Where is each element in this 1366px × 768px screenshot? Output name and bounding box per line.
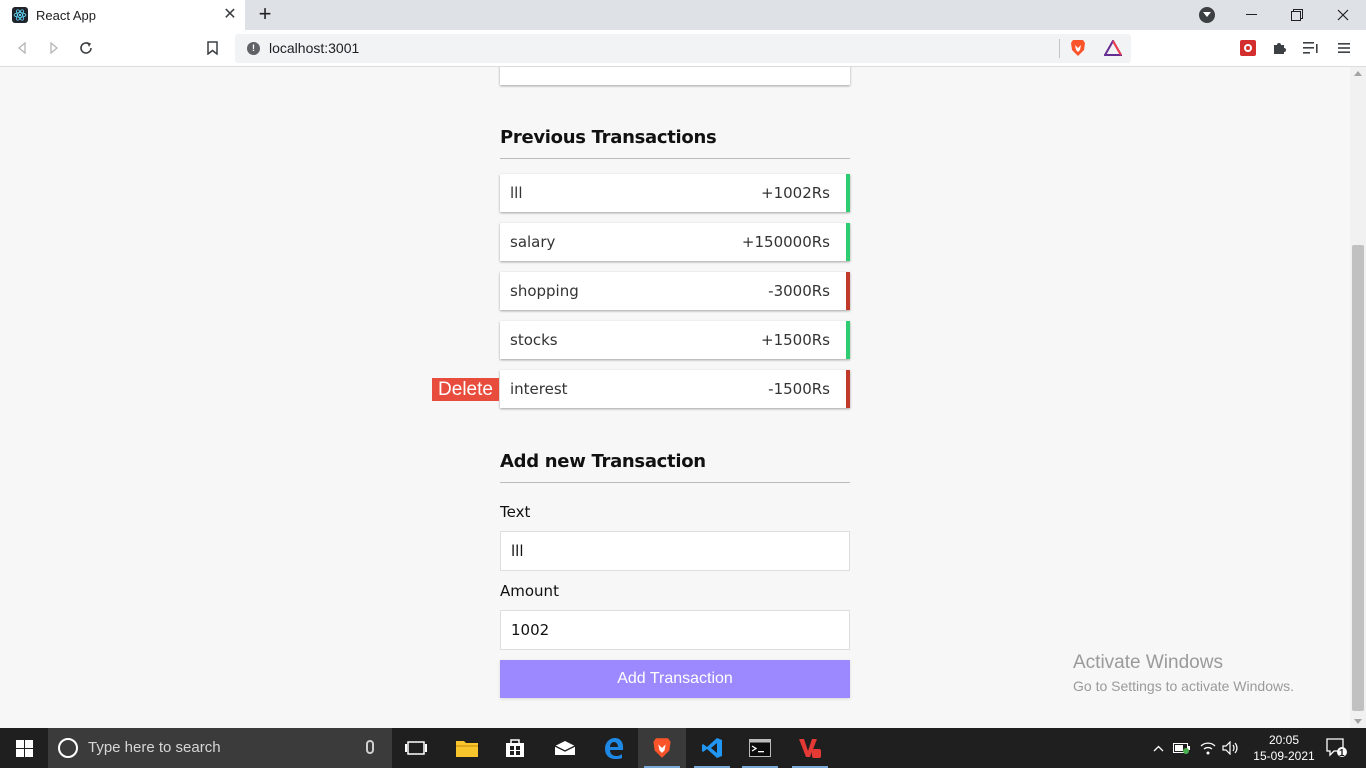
transaction-text: interest xyxy=(510,380,568,398)
page-scrollbar[interactable] xyxy=(1350,67,1366,728)
close-window-button[interactable] xyxy=(1320,0,1366,30)
text-label: Text xyxy=(500,503,531,521)
notification-center-icon[interactable]: 1 xyxy=(1322,728,1352,768)
taskbar: Type here to search 20:05 15-09-2021 1 xyxy=(0,728,1366,768)
battery-icon[interactable] xyxy=(1172,728,1192,768)
clock-date: 15-09-2021 xyxy=(1253,749,1315,763)
watermark-subtitle: Go to Settings to activate Windows. xyxy=(1073,678,1294,694)
microphone-icon[interactable] xyxy=(366,740,374,754)
divider xyxy=(1059,39,1060,58)
text-input[interactable]: lll xyxy=(500,531,850,571)
add-transaction-button[interactable]: Add Transaction xyxy=(500,660,850,698)
tab-title: React App xyxy=(36,7,96,23)
amount-input[interactable]: 1002 xyxy=(500,610,850,650)
store-icon[interactable] xyxy=(491,728,539,768)
browser-tab[interactable]: React App ✕ xyxy=(0,0,245,30)
browser-toolbar: ! localhost:3001 xyxy=(0,30,1366,67)
clock-time: 20:05 xyxy=(1268,733,1300,747)
restore-button[interactable] xyxy=(1274,0,1320,30)
transaction-text: lll xyxy=(510,184,523,202)
url-text[interactable]: localhost:3001 xyxy=(269,40,359,56)
brave-rewards-icon[interactable] xyxy=(1104,39,1122,57)
taskbar-search[interactable]: Type here to search xyxy=(48,728,392,768)
transaction-amount: +1002Rs xyxy=(761,184,830,202)
history-heading: Previous Transactions xyxy=(500,127,850,159)
delete-button[interactable]: Delete xyxy=(432,378,499,401)
transaction-item[interactable]: shopping -3000Rs xyxy=(500,272,850,310)
task-view-icon[interactable] xyxy=(392,728,440,768)
transaction-text: stocks xyxy=(510,331,558,349)
vscode-icon[interactable] xyxy=(688,728,736,768)
new-tab-button[interactable]: + xyxy=(254,3,276,27)
activate-windows-watermark: Activate Windows Go to Settings to activ… xyxy=(1073,652,1294,694)
search-placeholder: Type here to search xyxy=(88,739,221,756)
app-icon[interactable] xyxy=(786,728,834,768)
transaction-item[interactable]: salary +150000Rs xyxy=(500,223,850,261)
tab-bar: React App ✕ + xyxy=(0,0,1366,30)
volume-icon[interactable] xyxy=(1220,728,1242,768)
scroll-down-arrow-icon[interactable] xyxy=(1354,719,1362,724)
site-info-icon[interactable]: ! xyxy=(247,42,260,55)
tab-search-icon[interactable] xyxy=(1199,7,1215,23)
balance-card xyxy=(500,67,850,85)
windows-start-icon[interactable] xyxy=(0,728,48,768)
address-bar[interactable]: ! localhost:3001 xyxy=(235,34,1131,63)
forward-icon[interactable] xyxy=(43,38,65,58)
mail-icon[interactable] xyxy=(541,728,589,768)
wifi-icon[interactable] xyxy=(1198,728,1218,768)
transaction-item[interactable]: lll +1002Rs xyxy=(500,174,850,212)
bookmark-icon[interactable] xyxy=(201,38,223,58)
system-clock[interactable]: 20:05 15-09-2021 xyxy=(1252,732,1316,764)
playlist-icon[interactable] xyxy=(1302,39,1320,57)
notification-count: 1 xyxy=(1339,748,1345,759)
amount-label: Amount xyxy=(500,582,559,600)
add-transaction-heading: Add new Transaction xyxy=(500,451,850,483)
close-tab-icon[interactable]: ✕ xyxy=(221,6,239,24)
transaction-item[interactable]: stocks +1500Rs xyxy=(500,321,850,359)
transaction-text: salary xyxy=(510,233,556,251)
brave-shields-icon[interactable] xyxy=(1069,39,1087,57)
puzzle-icon[interactable] xyxy=(1271,39,1289,57)
transaction-item[interactable]: Delete interest -1500Rs xyxy=(432,370,850,408)
transaction-amount: +150000Rs xyxy=(741,233,830,251)
scroll-up-arrow-icon[interactable] xyxy=(1354,71,1362,76)
page-viewport: Previous Transactions lll +1002Rs salary… xyxy=(0,67,1350,728)
minimize-button[interactable] xyxy=(1228,0,1274,30)
terminal-icon[interactable] xyxy=(736,728,784,768)
transaction-amount: -3000Rs xyxy=(768,282,830,300)
menu-icon[interactable] xyxy=(1335,39,1353,57)
edge-icon[interactable] xyxy=(590,728,638,768)
back-icon[interactable] xyxy=(11,38,33,58)
brave-browser-icon[interactable] xyxy=(638,728,686,768)
transaction-text: shopping xyxy=(510,282,579,300)
transaction-amount: -1500Rs xyxy=(768,380,830,398)
transaction-amount: +1500Rs xyxy=(761,331,830,349)
extension-icon[interactable] xyxy=(1239,39,1257,57)
tray-chevron-icon[interactable] xyxy=(1150,728,1166,768)
cortana-icon xyxy=(58,738,78,758)
scroll-thumb[interactable] xyxy=(1352,245,1364,711)
react-logo-icon xyxy=(12,7,28,23)
watermark-title: Activate Windows xyxy=(1073,652,1223,673)
file-explorer-icon[interactable] xyxy=(443,728,491,768)
transaction-list: lll +1002Rs salary +150000Rs shopping -3… xyxy=(432,174,850,419)
reload-icon[interactable] xyxy=(75,38,97,58)
